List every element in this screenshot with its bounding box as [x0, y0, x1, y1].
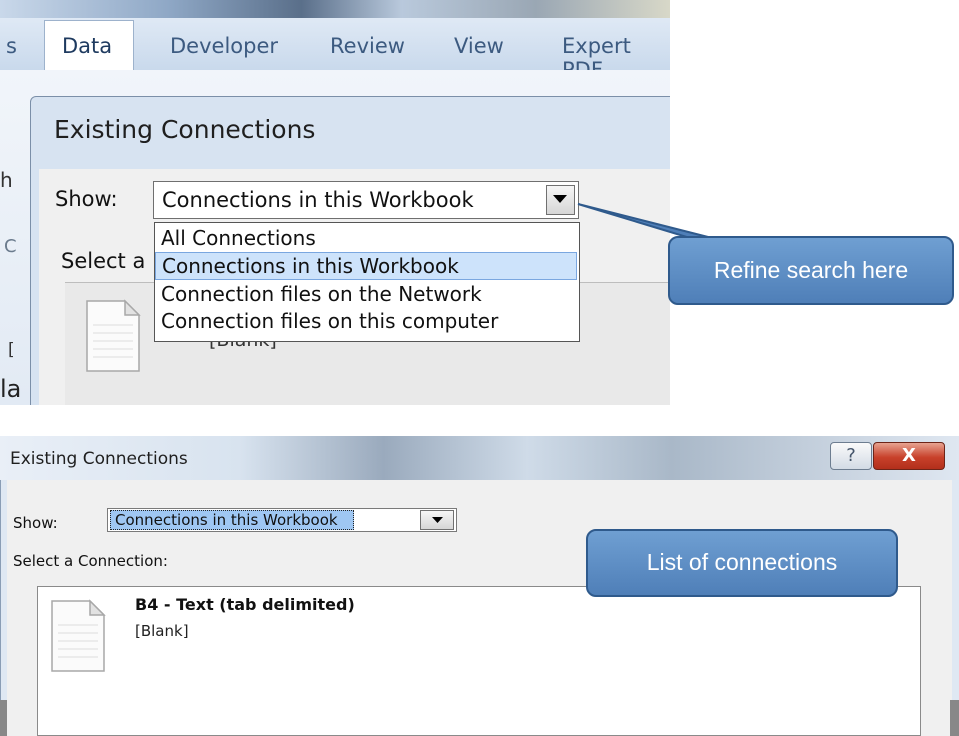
callout-list-of-connections: List of connections: [586, 529, 898, 597]
callout-text: Refine search here: [713, 257, 909, 283]
dropdown-button[interactable]: [420, 510, 454, 530]
help-button[interactable]: ?: [830, 442, 872, 470]
callout-refine-search: Refine search here: [668, 236, 954, 305]
dropdown-arrow-icon: [432, 517, 443, 523]
show-label: Show:: [13, 514, 58, 532]
close-button[interactable]: X: [873, 442, 945, 470]
close-icon: X: [902, 445, 916, 466]
document-icon: [51, 599, 106, 672]
left-edge: [0, 700, 7, 736]
show-select-value: Connections in this Workbook: [110, 510, 354, 530]
connection-description: [Blank]: [135, 622, 189, 640]
connection-list[interactable]: B4 - Text (tab delimited) [Blank]: [37, 586, 921, 736]
show-select[interactable]: Connections in this Workbook: [107, 508, 457, 532]
dialog-title: Existing Connections: [10, 449, 188, 469]
help-icon: ?: [846, 445, 856, 466]
right-edge: [950, 700, 959, 736]
connection-name[interactable]: B4 - Text (tab delimited): [135, 595, 355, 614]
callout-text: List of connections: [646, 549, 838, 575]
select-connection-label: Select a Connection:: [13, 552, 168, 570]
